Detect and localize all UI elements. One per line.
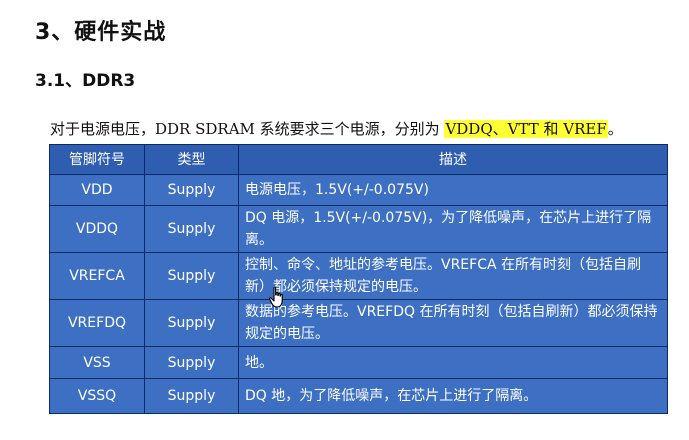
cell-desc: 数据的参考电压。VREFDQ 在所有时刻（包括自刷新）都必须保持规定的电压。	[238, 299, 668, 347]
table-row: VREFDQ Supply 数据的参考电压。VREFDQ 在所有时刻（包括自刷新…	[49, 299, 668, 347]
cell-desc: DQ 地，为了降低噪声，在芯片上进行了隔离。	[238, 378, 668, 414]
intro-suffix: 。	[607, 120, 623, 138]
cell-desc: DQ 电源，1.5V(+/-0.075V)，为了降低噪声，在芯片上进行了隔离。	[238, 205, 668, 253]
cell-pin: VDDQ	[49, 205, 145, 253]
cell-type: Supply	[144, 346, 239, 379]
cell-desc: 电源电压，1.5V(+/-0.075V)	[238, 174, 668, 206]
header-desc: 描述	[238, 144, 668, 175]
header-pin: 管脚符号	[49, 144, 145, 175]
cell-type: Supply	[144, 205, 239, 253]
intro-prefix: 对于电源电压，DDR SDRAM 系统要求三个电源，分别为	[50, 120, 445, 138]
cell-desc: 地。	[238, 346, 668, 379]
intro-highlight: VDDQ、VTT 和 VREF	[444, 120, 608, 138]
table-row: VDDQ Supply DQ 电源，1.5V(+/-0.075V)，为了降低噪声…	[49, 205, 668, 253]
cell-pin: VREFDQ	[49, 299, 145, 347]
section-heading: 3、硬件实战	[35, 20, 167, 45]
power-pin-table: 管脚符号 类型 描述 VDD Supply 电源电压，1.5V(+/-0.075…	[49, 144, 668, 414]
cell-type: Supply	[144, 299, 239, 347]
table-row: VREFCA Supply 控制、命令、地址的参考电压。VREFCA 在所有时刻…	[49, 252, 668, 300]
cell-type: Supply	[144, 252, 239, 300]
subsection-heading: 3.1、DDR3	[35, 71, 136, 91]
intro-paragraph: 对于电源电压，DDR SDRAM 系统要求三个电源，分别为 VDDQ、VTT 和…	[50, 118, 623, 139]
table-header-row: 管脚符号 类型 描述	[49, 144, 668, 175]
cell-pin: VDD	[49, 174, 145, 206]
table-row: VSS Supply 地。	[49, 346, 668, 379]
cell-pin: VSS	[49, 346, 145, 379]
header-type: 类型	[144, 144, 239, 175]
cell-desc: 控制、命令、地址的参考电压。VREFCA 在所有时刻（包括自刷新）都必须保持规定…	[238, 252, 668, 300]
cell-type: Supply	[144, 174, 239, 206]
cell-pin: VREFCA	[49, 252, 145, 300]
table-row: VSSQ Supply DQ 地，为了降低噪声，在芯片上进行了隔离。	[49, 378, 668, 414]
cell-type: Supply	[144, 378, 239, 414]
hand-pointer-icon	[268, 286, 283, 308]
cell-pin: VSSQ	[49, 378, 145, 414]
table-row: VDD Supply 电源电压，1.5V(+/-0.075V)	[49, 174, 668, 206]
